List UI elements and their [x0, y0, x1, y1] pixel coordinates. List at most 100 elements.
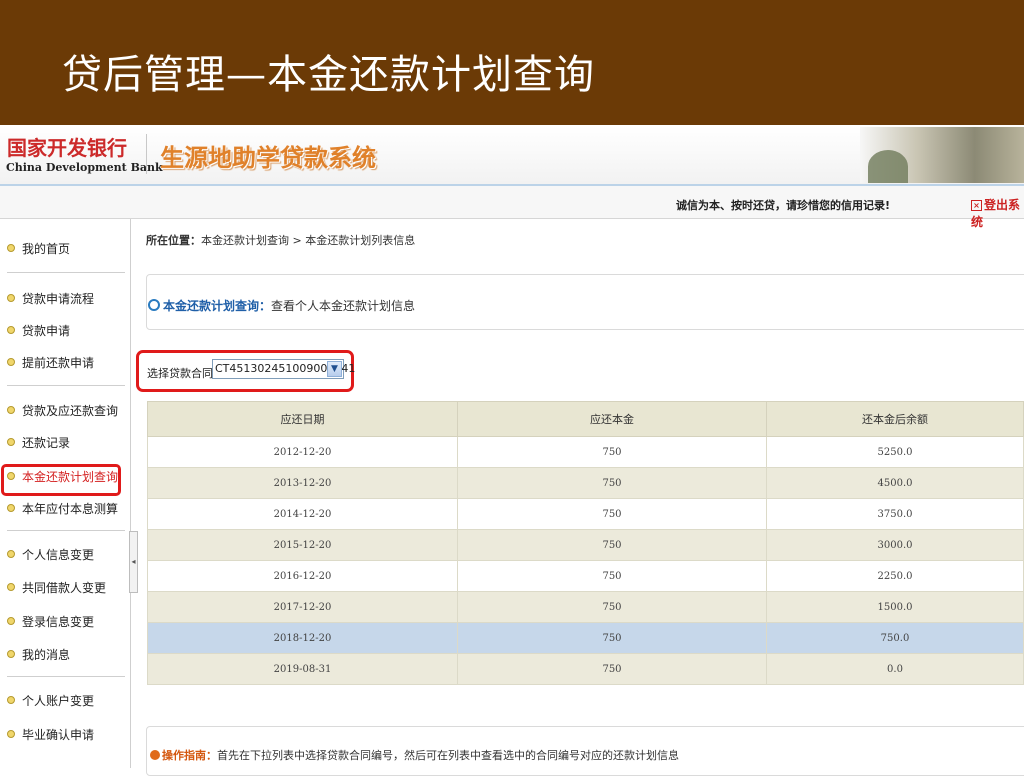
principal-due: 750 — [457, 498, 767, 530]
sidebar-item-label: 贷款申请流程 — [22, 292, 95, 306]
bullet-icon — [7, 583, 15, 591]
active-item-highlight — [1, 464, 121, 496]
sidebar-item-label: 贷款及应还款查询 — [22, 404, 119, 418]
remaining-balance: 3000.0 — [766, 529, 1024, 561]
sidebar-divider — [7, 272, 125, 273]
guide-title: 操作指南： — [162, 749, 217, 762]
sidebar-item-label: 我的消息 — [22, 648, 71, 662]
due-date: 2019-08-31 — [147, 653, 458, 685]
repayment-plan-table: 应还日期 应还本金 还本金后余额 2012-12-20 750 5250.0 201… — [147, 401, 1024, 685]
slide-title: 贷后管理—本金还款计划查询 — [62, 52, 595, 98]
column-header: 应还本金 — [457, 401, 767, 437]
logout-button[interactable]: × 登出系统 — [971, 196, 1024, 230]
sidebar-item-login-info[interactable]: 登录信息变更 — [7, 613, 94, 630]
chevron-down-icon[interactable]: ▼ — [327, 361, 342, 377]
sidebar-item-label: 个人信息变更 — [22, 548, 95, 562]
operation-guide: 操作指南：首先在下拉列表中选择贷款合同编号，然后可在列表中查看选中的合同编号对应… — [150, 747, 679, 763]
close-icon: × — [971, 200, 982, 211]
principal-due: 750 — [457, 529, 767, 561]
due-date: 2018-12-20 — [147, 622, 458, 654]
logo-divider — [146, 134, 147, 174]
breadcrumb-label: 所在位置： — [146, 234, 201, 247]
sidebar-item-label: 登录信息变更 — [22, 615, 95, 629]
bullet-icon — [7, 294, 15, 302]
table-row[interactable]: 2014-12-20 750 3750.0 — [147, 498, 1024, 530]
sidebar-item-home[interactable]: 我的首页 — [7, 240, 70, 257]
table-header-row: 应还日期 应还本金 还本金后余额 — [147, 401, 1024, 437]
guide-text: 首先在下拉列表中选择贷款合同编号，然后可在列表中查看选中的合同编号对应的还款计划… — [217, 749, 679, 762]
sidebar-item-repay-record[interactable]: 还款记录 — [7, 434, 70, 451]
contract-label: 选择贷款合同: — [147, 367, 217, 380]
bullet-icon — [7, 438, 15, 446]
table-row[interactable]: 2013-12-20 750 4500.0 — [147, 467, 1024, 499]
principal-due: 750 — [457, 560, 767, 592]
table-row-selected[interactable]: 2018-12-20 750 750.0 — [147, 622, 1024, 654]
bullet-icon — [7, 358, 15, 366]
query-heading: 本金还款计划查询：查看个人本金还款计划信息 — [148, 297, 415, 314]
remaining-balance: 750.0 — [766, 622, 1024, 654]
remaining-balance: 2250.0 — [766, 560, 1024, 592]
due-date: 2016-12-20 — [147, 560, 458, 592]
table-row[interactable]: 2016-12-20 750 2250.0 — [147, 560, 1024, 592]
sidebar-item-label: 毕业确认申请 — [22, 728, 95, 742]
due-date: 2014-12-20 — [147, 498, 458, 530]
query-title: 本金还款计划查询： — [163, 299, 272, 313]
due-date: 2017-12-20 — [147, 591, 458, 623]
bank-logo-cn: 国家开发银行 — [7, 136, 127, 160]
sidebar-item-messages[interactable]: 我的消息 — [7, 646, 70, 663]
collapse-sidebar-icon[interactable]: ◂ — [129, 531, 138, 593]
bullet-icon — [7, 696, 15, 704]
bullet-icon — [7, 244, 15, 252]
sidebar-item-label: 本年应付本息测算 — [22, 502, 119, 516]
guide-icon — [150, 750, 160, 760]
table-row[interactable]: 2015-12-20 750 3000.0 — [147, 529, 1024, 561]
bullet-icon — [7, 730, 15, 738]
breadcrumb-path: 本金还款计划查询 > 本金还款计划列表信息 — [201, 234, 416, 247]
due-date: 2013-12-20 — [147, 467, 458, 499]
sidebar-item-label: 共同借款人变更 — [22, 581, 107, 595]
column-header: 应还日期 — [147, 401, 458, 437]
sidebar-item-early-repay[interactable]: 提前还款申请 — [7, 354, 94, 371]
sidebar-border — [130, 219, 131, 768]
sidebar-item-graduation[interactable]: 毕业确认申请 — [7, 726, 94, 743]
bullet-icon — [7, 406, 15, 414]
bullet-icon — [7, 550, 15, 558]
sidebar-divider — [7, 530, 125, 531]
bullet-icon — [7, 504, 15, 512]
table-row[interactable]: 2012-12-20 750 5250.0 — [147, 436, 1024, 468]
bank-logo-en: China Development Bank — [6, 161, 163, 174]
sidebar-item-interest-calc[interactable]: 本年应付本息测算 — [7, 500, 118, 517]
remaining-balance: 3750.0 — [766, 498, 1024, 530]
sidebar-item-loan-apply[interactable]: 贷款申请 — [7, 322, 70, 339]
credit-notice: 诚信为本、按时还贷，请珍惜您的信用记录! — [676, 199, 891, 212]
principal-due: 750 — [457, 653, 767, 685]
principal-due: 750 — [457, 622, 767, 654]
breadcrumb: 所在位置：本金还款计划查询 > 本金还款计划列表信息 — [146, 232, 415, 248]
table-row[interactable]: 2019-08-31 750 0.0 — [147, 653, 1024, 685]
sidebar-item-loan-query[interactable]: 贷款及应还款查询 — [7, 402, 118, 419]
principal-due: 750 — [457, 436, 767, 468]
circle-icon — [148, 299, 160, 311]
principal-due: 750 — [457, 591, 767, 623]
contract-select[interactable]: CT451302451009000741 ▼ — [212, 359, 355, 379]
sidebar-divider — [7, 676, 125, 677]
remaining-balance: 5250.0 — [766, 436, 1024, 468]
sidebar-item-account-change[interactable]: 个人账户变更 — [7, 692, 94, 709]
table-row[interactable]: 2017-12-20 750 1500.0 — [147, 591, 1024, 623]
sidebar-item-co-borrower[interactable]: 共同借款人变更 — [7, 579, 106, 596]
remaining-balance: 4500.0 — [766, 467, 1024, 499]
sidebar-item-personal-info[interactable]: 个人信息变更 — [7, 546, 94, 563]
query-description: 查看个人本金还款计划信息 — [271, 299, 416, 313]
sidebar-divider — [7, 385, 125, 386]
sidebar-item-label: 个人账户变更 — [22, 694, 95, 708]
sidebar-item-loan-process[interactable]: 贷款申请流程 — [7, 290, 94, 307]
sidebar-item-label: 还款记录 — [22, 436, 71, 450]
bullet-icon — [7, 617, 15, 625]
due-date: 2012-12-20 — [147, 436, 458, 468]
bullet-icon — [7, 650, 15, 658]
remaining-balance: 0.0 — [766, 653, 1024, 685]
system-title: 生源地助学贷款系统 — [160, 144, 376, 172]
column-header: 还本金后余额 — [766, 401, 1024, 437]
due-date: 2015-12-20 — [147, 529, 458, 561]
sidebar-item-label: 贷款申请 — [22, 324, 71, 338]
